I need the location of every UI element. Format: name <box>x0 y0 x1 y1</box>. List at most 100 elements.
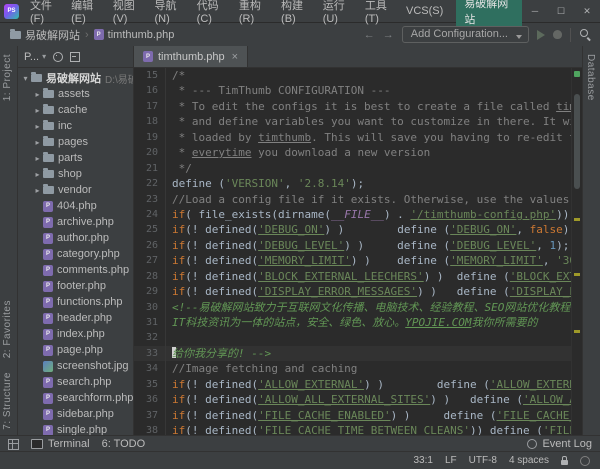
chevron-icon[interactable]: ▸ <box>32 122 43 131</box>
tree-root[interactable]: ▾易破解网站D:\易破 <box>18 70 133 86</box>
scrollbar-thumb[interactable] <box>574 94 580 189</box>
project-view-selector[interactable]: P... ▾ <box>24 51 46 63</box>
back-icon[interactable]: ← <box>364 29 375 41</box>
tree-item[interactable]: ▸Psearchform.php <box>18 390 133 406</box>
tree-item[interactable]: ▸cache <box>18 102 133 118</box>
maximize-button[interactable]: ☐ <box>548 0 574 22</box>
code-line[interactable]: 21 */ <box>134 161 572 176</box>
tree-item[interactable]: ▸Parchive.php <box>18 214 133 230</box>
code-line[interactable]: 18 * and define variables you want to cu… <box>134 114 572 129</box>
tool-button-structure[interactable]: 7: Structure <box>2 372 13 430</box>
tree-item[interactable]: ▸Psingle.php <box>18 422 133 436</box>
chevron-icon[interactable]: ▸ <box>32 90 43 99</box>
tool-button-event-log[interactable]: Event Log <box>527 438 592 450</box>
tree-item[interactable]: ▸Psidebar.php <box>18 406 133 422</box>
chevron-icon[interactable]: ▸ <box>32 138 43 147</box>
code-line[interactable]: 33给你我分享的! --> <box>134 346 572 361</box>
tree-item[interactable]: ▸pages <box>18 134 133 150</box>
code-line[interactable]: 31IT科技资讯为一体的站点，安全、绿色、放心。YPOJIE.COM我你所需要的 <box>134 315 572 330</box>
code-line[interactable]: 24if( file_exists(dirname(__FILE__) . '/… <box>134 207 572 222</box>
run-configuration-select[interactable]: Add Configuration... <box>402 26 529 43</box>
code-line[interactable]: 30<!--易破解网站致力于互联网文化传播、电脑技术、经验教程、SEO网站优化教… <box>134 300 572 315</box>
indent-style[interactable]: 4 spaces <box>509 455 549 466</box>
line-separator[interactable]: LF <box>445 455 457 466</box>
chevron-icon[interactable]: ▸ <box>32 186 43 195</box>
tree-item[interactable]: ▸Ppage.php <box>18 342 133 358</box>
forward-icon[interactable]: → <box>383 29 394 41</box>
tree-item[interactable]: ▸Pindex.php <box>18 326 133 342</box>
tree-item[interactable]: ▸Psearch.php <box>18 374 133 390</box>
collapse-all-icon[interactable] <box>70 52 80 62</box>
code-line[interactable]: 17 * To edit the configs it is best to c… <box>134 99 572 114</box>
tree-item[interactable]: ▸parts <box>18 150 133 166</box>
code-line[interactable]: 35if(! defined('ALLOW_EXTERNAL') ) defin… <box>134 377 572 392</box>
file-encoding[interactable]: UTF-8 <box>469 455 497 466</box>
tree-item[interactable]: ▸Pcomments.php <box>18 262 133 278</box>
tree-item[interactable]: ▸screenshot.jpg <box>18 358 133 374</box>
search-icon[interactable] <box>579 28 592 41</box>
code-line[interactable]: 15/* <box>134 68 572 83</box>
tree-item[interactable]: ▸Pauthor.php <box>18 230 133 246</box>
breadcrumb-item[interactable]: 易破解网站 <box>8 27 82 43</box>
chevron-icon[interactable]: ▸ <box>32 154 43 163</box>
tree-item[interactable]: ▸assets <box>18 86 133 102</box>
code-line[interactable]: 28if(! defined('BLOCK_EXTERNAL_LEECHERS'… <box>134 269 572 284</box>
warning-stripe-mark[interactable] <box>574 330 580 333</box>
tool-button-favorites[interactable]: 2: Favorites <box>2 300 13 358</box>
menu-item[interactable]: 导航(N) <box>149 0 191 27</box>
readonly-lock-icon[interactable] <box>561 460 568 465</box>
close-button[interactable]: ✕ <box>574 0 600 22</box>
gear-icon[interactable] <box>53 52 63 62</box>
menu-item[interactable]: 编辑(E) <box>66 0 108 27</box>
menu-item[interactable]: VCS(S) <box>401 3 448 19</box>
tree-item[interactable]: ▸Pcategory.php <box>18 246 133 262</box>
tree-item[interactable]: ▸inc <box>18 118 133 134</box>
chevron-icon[interactable]: ▸ <box>32 170 43 179</box>
tool-button-terminal[interactable]: Terminal <box>31 438 90 450</box>
caret-position[interactable]: 33:1 <box>413 455 432 466</box>
code-line[interactable]: 25if(! defined('DEBUG_ON') ) define ('DE… <box>134 222 572 237</box>
tool-button-database[interactable]: Database <box>585 54 596 101</box>
code-editor[interactable]: 15/*16 * --- TimThumb CONFIGURATION ---1… <box>134 68 582 436</box>
tree-item[interactable]: ▸Pfooter.php <box>18 278 133 294</box>
code-line[interactable]: 29if(! defined('DISPLAY_ERROR_MESSAGES')… <box>134 284 572 299</box>
code-line[interactable]: 37if(! defined('FILE_CACHE_ENABLED') ) d… <box>134 408 572 423</box>
menu-item[interactable]: 文件(F) <box>25 0 66 27</box>
warning-stripe-mark[interactable] <box>574 218 580 221</box>
code-line[interactable]: 36if(! defined('ALLOW_ALL_EXTERNAL_SITES… <box>134 392 572 407</box>
debug-icon[interactable] <box>553 30 562 39</box>
code-line[interactable]: 19 * loaded by timthumb. This will save … <box>134 130 572 145</box>
code-line[interactable]: 27if(! defined('MEMORY_LIMIT') ) define … <box>134 253 572 268</box>
breadcrumb-item[interactable]: Ptimthumb.php <box>92 29 177 41</box>
tree-item[interactable]: ▸shop <box>18 166 133 182</box>
code-line[interactable]: 34//Image fetching and caching <box>134 361 572 376</box>
tree-item[interactable]: ▸Pheader.php <box>18 310 133 326</box>
tree-item[interactable]: ▸P404.php <box>18 198 133 214</box>
tool-window-switcher-icon[interactable] <box>8 439 19 450</box>
tree-item[interactable]: ▸vendor <box>18 182 133 198</box>
tool-button-todo[interactable]: 6: TODO <box>102 438 146 450</box>
code-line[interactable]: 22define ('VERSION', '2.8.14'); <box>134 176 572 191</box>
menu-item[interactable]: 运行(U) <box>318 0 360 27</box>
menu-item[interactable]: 工具(T) <box>360 0 401 27</box>
code-line[interactable]: 32 <box>134 330 572 345</box>
code-line[interactable]: 23//Load a config file if it exists. Oth… <box>134 192 572 207</box>
minimize-button[interactable]: ─ <box>522 0 548 22</box>
menu-item[interactable]: 重构(R) <box>234 0 276 27</box>
close-icon[interactable]: × <box>232 51 238 63</box>
menu-item[interactable]: 构建(B) <box>276 0 318 27</box>
run-icon[interactable] <box>537 30 545 40</box>
menu-item[interactable]: 视图(V) <box>108 0 150 27</box>
warning-stripe-mark[interactable] <box>574 273 580 276</box>
tool-button-project[interactable]: 1: Project <box>2 54 13 101</box>
code-line[interactable]: 26if(! defined('DEBUG_LEVEL') ) define (… <box>134 238 572 253</box>
editor-scrollbar[interactable] <box>571 68 582 436</box>
chevron-icon[interactable]: ▾ <box>20 74 31 83</box>
tree-item[interactable]: ▸Pfunctions.php <box>18 294 133 310</box>
menu-item[interactable]: 代码(C) <box>192 0 234 27</box>
chevron-icon[interactable]: ▸ <box>32 106 43 115</box>
code-line[interactable]: 20 * everytime you download a new versio… <box>134 145 572 160</box>
inspections-ok-icon[interactable] <box>574 71 580 77</box>
tab-timthumb-php[interactable]: P timthumb.php × <box>134 46 248 67</box>
code-line[interactable]: 16 * --- TimThumb CONFIGURATION --- <box>134 83 572 98</box>
